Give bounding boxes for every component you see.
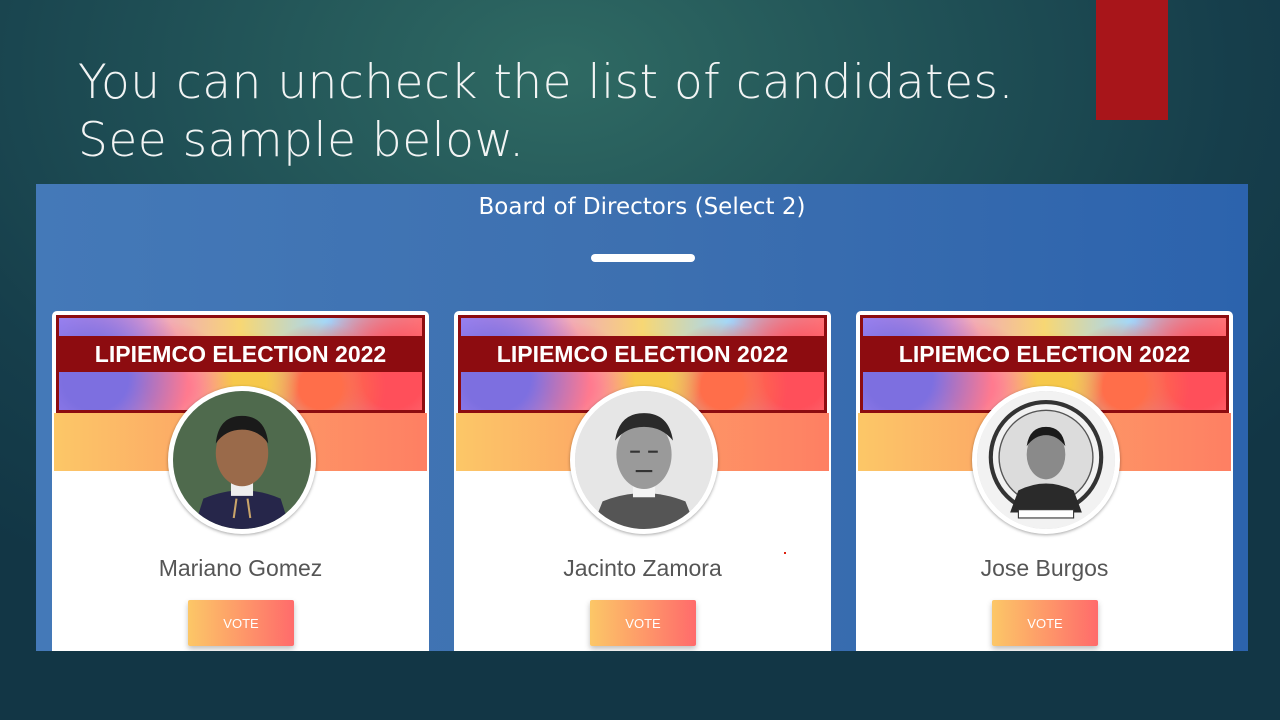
banner-label: LIPIEMCO ELECTION 2022	[461, 336, 824, 372]
stray-mark	[784, 552, 786, 554]
candidate-card: LIPIEMCO ELECTION 2022 Jose Burgos VOTE	[856, 311, 1233, 651]
candidate-name: Jacinto Zamora	[563, 555, 722, 581]
candidate-card: LIPIEMCO ELECTION 2022 Jacinto Zamora VO…	[454, 311, 831, 651]
vote-button[interactable]: VOTE	[188, 600, 294, 646]
candidate-photo	[570, 386, 718, 534]
candidate-photo	[972, 386, 1120, 534]
banner-label: LIPIEMCO ELECTION 2022	[863, 336, 1226, 372]
slide-title: You can uncheck the list of candidates. …	[78, 55, 1014, 168]
vote-button[interactable]: VOTE	[590, 600, 696, 646]
ballot-panel: Board of Directors (Select 2) LIPIEMCO E…	[36, 184, 1248, 651]
candidate-name: Mariano Gomez	[158, 555, 323, 581]
position-title: Board of Directors (Select 2)	[478, 194, 806, 220]
title-divider	[591, 254, 695, 262]
candidate-photo	[168, 386, 316, 534]
vote-button[interactable]: VOTE	[992, 600, 1098, 646]
candidate-card: LIPIEMCO ELECTION 2022 Mariano Gomez VOT…	[52, 311, 429, 651]
candidate-name: Jose Burgos	[980, 555, 1109, 581]
banner-label: LIPIEMCO ELECTION 2022	[59, 336, 422, 372]
